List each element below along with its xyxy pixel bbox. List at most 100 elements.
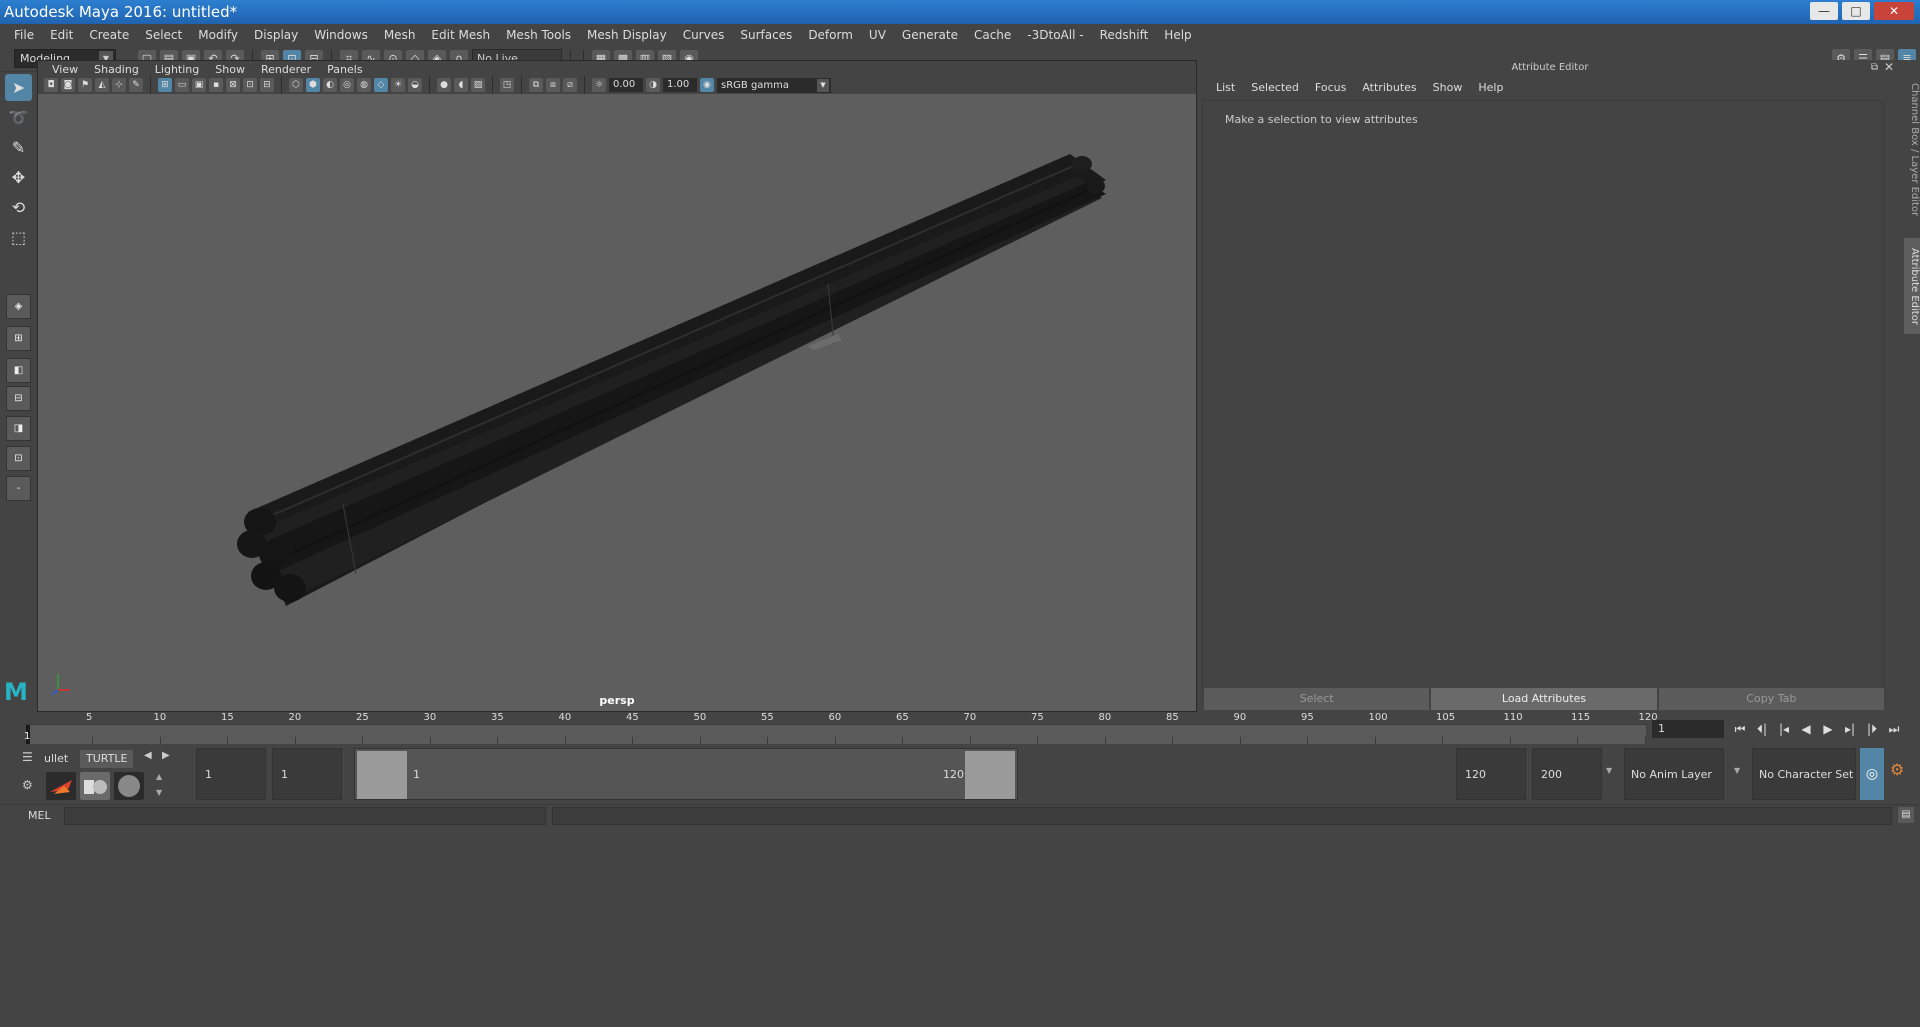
- vp-menu-panels[interactable]: Panels: [319, 63, 370, 76]
- persp-graph-layout-icon[interactable]: ◨: [6, 416, 31, 441]
- grid-toggle-icon[interactable]: ⊞: [158, 78, 172, 92]
- shelf-tab-turtle[interactable]: TURTLE: [80, 750, 134, 768]
- shelf-settings-icon[interactable]: ⚙: [22, 778, 33, 792]
- shelf-tab-prev-icon[interactable]: ◀: [144, 750, 152, 761]
- step-back-key-icon[interactable]: |◂: [1776, 721, 1792, 737]
- current-time-marker[interactable]: 1: [24, 725, 30, 745]
- single-pane-layout-icon[interactable]: ◈: [6, 294, 31, 319]
- playback-start-field[interactable]: 1: [272, 748, 342, 800]
- character-set-select[interactable]: No Character Set: [1752, 748, 1856, 800]
- menu-edit[interactable]: Edit: [42, 28, 81, 42]
- animation-preferences-icon[interactable]: ⚙: [1890, 760, 1904, 779]
- copy-tab-button[interactable]: Copy Tab: [1658, 688, 1884, 710]
- shelf-menu-icon[interactable]: ☰: [22, 750, 33, 764]
- shelf-tab-bullet[interactable]: ullet: [38, 750, 74, 768]
- animation-end-field[interactable]: 200: [1532, 748, 1602, 800]
- select-tool-icon[interactable]: ➤: [5, 74, 32, 101]
- screen-space-ao-icon[interactable]: ●: [437, 78, 451, 92]
- image-plane-icon[interactable]: ◭: [95, 78, 109, 92]
- vp-menu-shading[interactable]: Shading: [86, 63, 147, 76]
- four-pane-layout-icon[interactable]: ⊞: [6, 326, 31, 351]
- menu-surfaces[interactable]: Surfaces: [732, 28, 800, 42]
- step-forward-frame-icon[interactable]: |⏵: [1864, 721, 1880, 737]
- view-transform-select[interactable]: sRGB gamma ▼: [717, 77, 831, 93]
- default-lighting-icon[interactable]: ◐: [323, 78, 337, 92]
- anim-layer-select[interactable]: No Anim Layer: [1624, 748, 1724, 800]
- step-back-frame-icon[interactable]: ⏴|: [1754, 721, 1770, 737]
- tab-attribute-editor[interactable]: Attribute Editor: [1904, 238, 1920, 334]
- camera-icon[interactable]: ◘: [44, 78, 58, 92]
- menu-deform[interactable]: Deform: [800, 28, 861, 42]
- menu-cache[interactable]: Cache: [966, 28, 1019, 42]
- scale-tool-icon[interactable]: ⬚: [5, 224, 32, 251]
- playback-end-field[interactable]: 120: [1456, 748, 1526, 800]
- range-start-handle[interactable]: [357, 751, 407, 799]
- close-button[interactable]: ✕: [1874, 2, 1914, 20]
- maximize-button[interactable]: □: [1842, 2, 1870, 20]
- gamma-field[interactable]: 1.00: [663, 78, 697, 92]
- menu-edit-mesh[interactable]: Edit Mesh: [423, 28, 498, 42]
- lasso-tool-icon[interactable]: ➰: [5, 104, 32, 131]
- vp-menu-show[interactable]: Show: [207, 63, 253, 76]
- ae-menu-help[interactable]: Help: [1470, 81, 1511, 94]
- motion-blur-icon[interactable]: ◖: [454, 78, 468, 92]
- time-slider-track[interactable]: 1: [24, 724, 1646, 745]
- menu-help[interactable]: Help: [1156, 28, 1199, 42]
- current-frame-field[interactable]: 1: [1652, 720, 1724, 738]
- vp-menu-lighting[interactable]: Lighting: [147, 63, 207, 76]
- ae-menu-attributes[interactable]: Attributes: [1354, 81, 1424, 94]
- menu-create[interactable]: Create: [81, 28, 137, 42]
- menu-select[interactable]: Select: [137, 28, 190, 42]
- bookmark-icon[interactable]: ⚑: [78, 78, 92, 92]
- shelf-tab-next-icon[interactable]: ▶: [162, 750, 170, 761]
- play-forwards-icon[interactable]: ▶: [1820, 721, 1836, 737]
- exposure-field[interactable]: 0.00: [609, 78, 643, 92]
- range-end-handle[interactable]: [965, 751, 1015, 799]
- xray-joints-icon[interactable]: ⧉: [529, 78, 543, 92]
- menu-modify[interactable]: Modify: [190, 28, 246, 42]
- color-management-icon[interactable]: ◉: [700, 78, 714, 92]
- close-panel-icon[interactable]: ✕: [1884, 60, 1894, 74]
- go-to-start-icon[interactable]: ⏮: [1732, 721, 1748, 737]
- smooth-shade-icon[interactable]: ⬢: [306, 78, 320, 92]
- vp-menu-renderer[interactable]: Renderer: [253, 63, 319, 76]
- safe-title-icon[interactable]: ⊟: [260, 78, 274, 92]
- xray-icon[interactable]: ◇: [374, 78, 388, 92]
- persp-outliner-layout-icon[interactable]: ⊟: [6, 386, 31, 411]
- film-gate-icon[interactable]: ▭: [175, 78, 189, 92]
- xray-active-icon[interactable]: ⧈: [546, 78, 560, 92]
- menu-display[interactable]: Display: [246, 28, 306, 42]
- field-chart-icon[interactable]: ⊠: [226, 78, 240, 92]
- grid-icon[interactable]: ⊹: [112, 78, 126, 92]
- load-attributes-button[interactable]: Load Attributes: [1431, 688, 1657, 710]
- wireframe-on-shaded-icon[interactable]: ◎: [340, 78, 354, 92]
- camera-attributes-icon[interactable]: ◙: [61, 78, 75, 92]
- range-slider[interactable]: 1 120: [354, 748, 1018, 800]
- menu-mesh-tools[interactable]: Mesh Tools: [498, 28, 579, 42]
- turtle-render-icon[interactable]: [46, 772, 76, 800]
- ae-menu-focus[interactable]: Focus: [1307, 81, 1354, 94]
- gamma-icon[interactable]: ◑: [646, 78, 660, 92]
- mel-input[interactable]: [64, 807, 546, 825]
- exposure-icon[interactable]: ☼: [592, 78, 606, 92]
- menu-3dtoall[interactable]: -3DtoAll -: [1019, 28, 1091, 42]
- shelf-scroll-up-icon[interactable]: ▲: [156, 772, 162, 781]
- shelf-scroll-down-icon[interactable]: ▼: [156, 788, 162, 797]
- chevron-down-icon[interactable]: ▼: [1734, 766, 1740, 775]
- ae-menu-list[interactable]: List: [1208, 81, 1243, 94]
- turtle-baking-icon[interactable]: [80, 772, 110, 800]
- shadows-icon[interactable]: ◒: [408, 78, 422, 92]
- mel-label[interactable]: MEL: [28, 809, 51, 822]
- menu-mesh[interactable]: Mesh: [376, 28, 424, 42]
- paint-select-tool-icon[interactable]: ✎: [5, 134, 32, 161]
- anti-aliasing-icon[interactable]: ▨: [471, 78, 485, 92]
- select-button[interactable]: Select: [1204, 688, 1430, 710]
- gate-mask-icon[interactable]: ▪: [209, 78, 223, 92]
- viewport-canvas[interactable]: persp: [38, 94, 1196, 711]
- turtle-shader-icon[interactable]: [114, 772, 144, 800]
- step-forward-key-icon[interactable]: ▸|: [1842, 721, 1858, 737]
- hypershade-layout-icon[interactable]: ⊡: [6, 446, 31, 471]
- move-tool-icon[interactable]: ✥: [5, 164, 32, 191]
- ae-menu-selected[interactable]: Selected: [1243, 81, 1307, 94]
- pencil-icon[interactable]: ✎: [129, 78, 143, 92]
